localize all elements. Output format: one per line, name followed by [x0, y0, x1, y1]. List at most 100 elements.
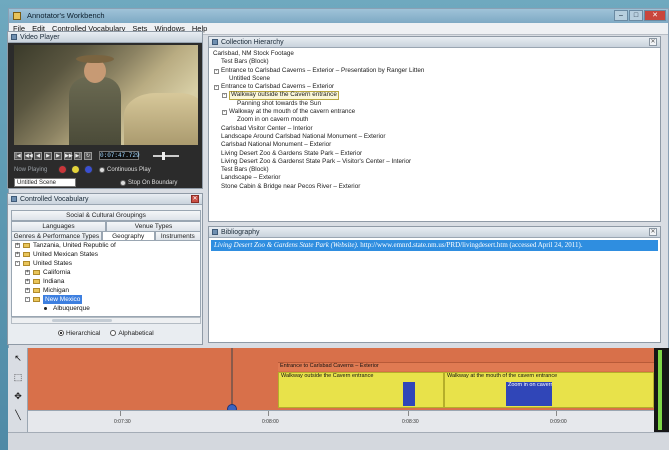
- bibliography-entry[interactable]: Living Desert Zoo & Gardens State Park (…: [211, 240, 658, 251]
- person-body: [69, 77, 121, 145]
- maximize-button[interactable]: □: [629, 10, 643, 21]
- tree-node-label: Indiana: [43, 278, 65, 285]
- timeline[interactable]: Entrance to Carlsbad Caverns – Exterior …: [28, 348, 654, 432]
- alphabetical-radio[interactable]: [110, 330, 117, 336]
- video-frame[interactable]: [14, 45, 198, 145]
- hierarchy-row-label: Test Bars (Block): [221, 166, 269, 174]
- tree-horizontal-scrollbar[interactable]: [11, 317, 201, 324]
- scrollbar-thumb[interactable]: [52, 319, 112, 322]
- step-forward-icon[interactable]: ▶: [54, 151, 62, 160]
- pointer-tool-icon[interactable]: ↖: [9, 351, 27, 367]
- hierarchy-row[interactable]: Landscape – Exterior: [213, 174, 656, 182]
- mark-in-icon[interactable]: [58, 165, 67, 174]
- window-title: Annotator's Workbench: [27, 11, 105, 20]
- alphabetical-option[interactable]: Alphabetical: [110, 330, 154, 337]
- hierarchy-row[interactable]: - Walkway outside the Cavern entrance: [213, 91, 656, 100]
- hierarchy-close-icon[interactable]: ✕: [649, 38, 657, 46]
- expand-icon[interactable]: +: [25, 288, 30, 293]
- hierarchy-header: Collection Hierarchy ✕: [209, 37, 660, 48]
- tab-social-cultural-groupings[interactable]: Social & Cultural Groupings: [11, 210, 201, 221]
- hierarchy-row[interactable]: - Entrance to Carlsbad Caverns – Exterior…: [213, 67, 656, 75]
- collapse-icon[interactable]: -: [25, 297, 30, 302]
- collapse-icon[interactable]: -: [222, 93, 227, 99]
- loop-icon[interactable]: ↻: [84, 151, 92, 160]
- hierarchy-row-label: Living Desert Zoo & Gardenst State Park …: [221, 157, 412, 165]
- playhead[interactable]: [231, 348, 233, 410]
- hierarchy-row[interactable]: Landscape Around Carlsbad National Monum…: [213, 133, 656, 141]
- hierarchy-row-label: Landscape Around Carlsbad National Monum…: [221, 132, 386, 140]
- volume-slider[interactable]: [153, 151, 179, 160]
- skip-start-icon[interactable]: |◀: [14, 151, 22, 160]
- folder-icon: [33, 270, 40, 275]
- minimize-button[interactable]: –: [614, 10, 628, 21]
- collapse-icon[interactable]: -: [214, 85, 219, 91]
- hierarchy-row[interactable]: Test Bars (Block): [213, 58, 656, 66]
- move-tool-icon[interactable]: ✥: [9, 389, 27, 405]
- hat-shape: [76, 55, 114, 63]
- tree-node[interactable]: + United Mexican States: [12, 250, 200, 259]
- step-back-icon[interactable]: ◀: [34, 151, 42, 160]
- stop-on-boundary-radio[interactable]: [120, 179, 126, 186]
- bibliography-entry-title: Living Desert Zoo & Gardens State Park (…: [214, 241, 359, 249]
- video-controls: |◀ ◀◀ ◀ ▶ ▶ ▶▶ ▶| ↻ 0:07:47.729 Now Play…: [14, 149, 198, 187]
- timeline-segment-panning[interactable]: [403, 382, 415, 406]
- hierarchy-row[interactable]: Carlsbad Visitor Center – Interior: [213, 125, 656, 133]
- vocab-close-icon[interactable]: ✕: [191, 195, 199, 203]
- tick-mark: [268, 411, 269, 416]
- bibliography-entry-url: http://www.emnrd.state.nm.us/PRD/livingd…: [358, 241, 583, 249]
- expand-icon[interactable]: +: [15, 252, 20, 257]
- hierarchy-row[interactable]: Test Bars (Block): [213, 166, 656, 174]
- tree-node[interactable]: + Indiana: [12, 277, 200, 286]
- collapse-icon[interactable]: -: [214, 68, 219, 74]
- tick-mark: [408, 411, 409, 416]
- hierarchy-row[interactable]: Living Desert Zoo & Gardens State Park –…: [213, 150, 656, 158]
- tick-label: 0:09:00: [550, 419, 567, 425]
- fast-forward-icon[interactable]: ▶▶: [64, 151, 73, 160]
- hierarchy-row[interactable]: Zoom in on cavern mouth: [213, 116, 656, 124]
- hierarchy-row[interactable]: Stone Cabin & Bridge near Pecos River – …: [213, 183, 656, 191]
- expand-icon[interactable]: +: [25, 270, 30, 275]
- tree-node-label: Michigan: [43, 287, 70, 294]
- tree-node[interactable]: + Michigan: [12, 286, 200, 295]
- mark-out-icon[interactable]: [84, 165, 93, 174]
- timeline-segment-zoom[interactable]: Zoom in on cavern mouth: [506, 382, 552, 406]
- expand-icon[interactable]: +: [15, 243, 20, 248]
- hierarchy-row-label: Walkway at the mouth of the cavern entra…: [229, 108, 356, 116]
- panel-icon: [11, 196, 17, 202]
- hierarchical-radio[interactable]: [58, 330, 64, 336]
- tree-node-label: Tanzania, United Republic of: [33, 242, 116, 249]
- hierarchy-row[interactable]: Carlsbad, NM Stock Footage: [213, 50, 656, 58]
- timeline-segment-entrance[interactable]: Entrance to Carlsbad Caverns – Exterior: [278, 362, 654, 371]
- expand-icon[interactable]: +: [25, 279, 30, 284]
- timeline-segment-walkway-outside[interactable]: Walkway outside the Cavern entrance: [278, 372, 444, 408]
- video-player-panel: Video Player |◀ ◀◀ ◀ ▶ ▶ ▶▶ ▶| ↻ 0:07:47…: [7, 31, 203, 189]
- tree-node[interactable]: Albuquerque: [12, 304, 200, 313]
- selection-tool-icon[interactable]: ⬚: [9, 370, 27, 386]
- collapse-icon[interactable]: -: [222, 110, 227, 116]
- close-button[interactable]: ✕: [644, 10, 666, 21]
- hierarchy-row[interactable]: Panning shot towards the Sun: [213, 100, 656, 108]
- hierarchy-row[interactable]: Carlsbad National Monument – Exterior: [213, 141, 656, 149]
- folder-icon: [23, 261, 30, 266]
- tree-node[interactable]: - United States: [12, 259, 200, 268]
- draw-tool-icon[interactable]: ╲: [9, 408, 27, 424]
- collapse-icon[interactable]: -: [15, 261, 20, 266]
- skip-end-icon[interactable]: ▶|: [74, 151, 82, 160]
- bibliography-close-icon[interactable]: ✕: [649, 228, 657, 236]
- folder-icon: [33, 297, 40, 302]
- tree-node[interactable]: + California: [12, 268, 200, 277]
- play-icon[interactable]: ▶: [44, 151, 52, 160]
- continuous-play-radio[interactable]: [99, 166, 105, 173]
- hierarchical-option[interactable]: Hierarchical: [58, 330, 100, 337]
- rewind-icon[interactable]: ◀◀: [24, 151, 33, 160]
- hierarchy-row[interactable]: Living Desert Zoo & Gardenst State Park …: [213, 158, 656, 166]
- hierarchy-row[interactable]: - Walkway at the mouth of the cavern entr…: [213, 108, 656, 116]
- mark-icon[interactable]: [71, 165, 80, 174]
- hierarchy-row[interactable]: Untitled Scene: [213, 75, 656, 83]
- tree-node[interactable]: + Tanzania, United Republic of: [12, 241, 200, 250]
- tick-mark: [556, 411, 557, 416]
- folder-icon: [33, 279, 40, 284]
- hierarchy-row[interactable]: - Entrance to Carlsbad Caverns – Exterior: [213, 83, 656, 91]
- rock-shape: [124, 93, 198, 145]
- tree-node[interactable]: - New Mexico: [12, 295, 200, 304]
